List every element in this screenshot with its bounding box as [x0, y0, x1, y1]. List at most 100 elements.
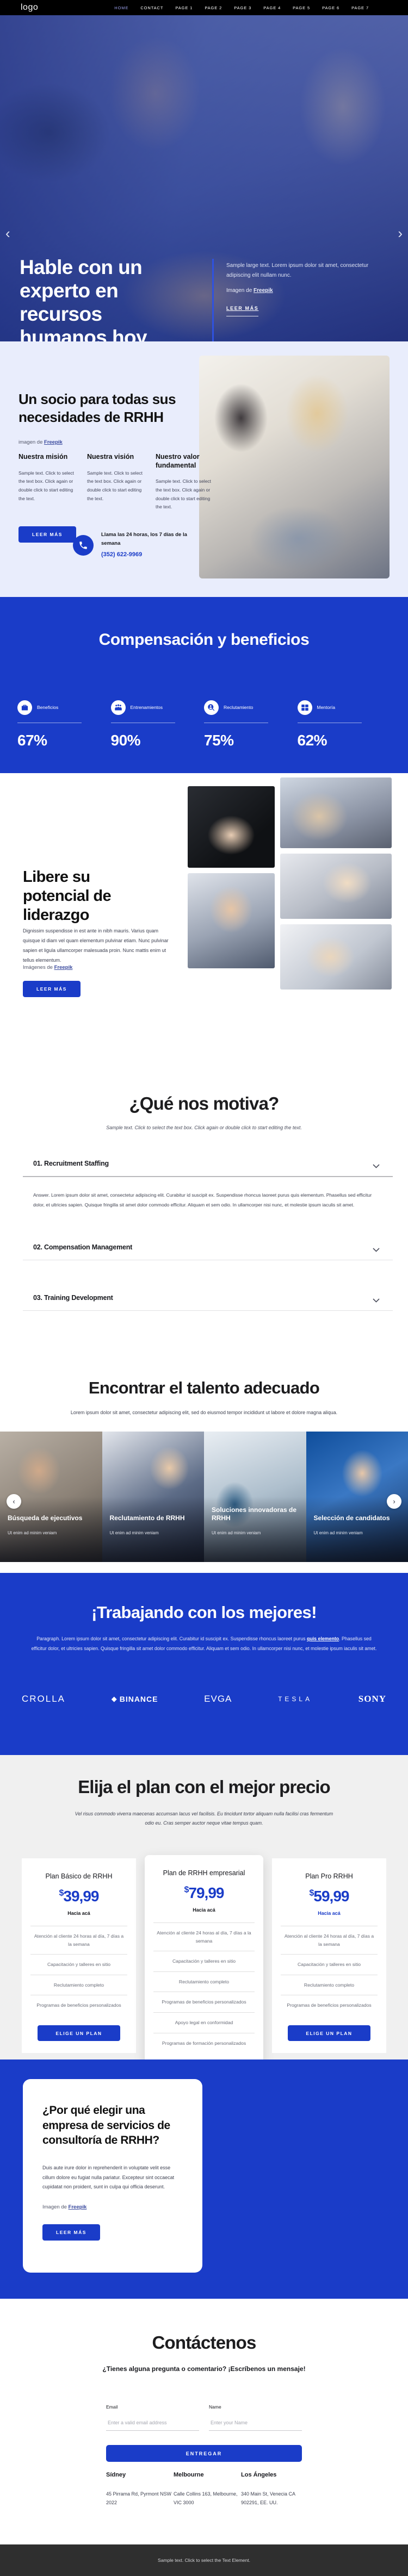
name-input[interactable]	[209, 2420, 302, 2431]
office-locations: Sídney 45 Pirrama Rd, Pyrmont NSW 2022 M…	[106, 2472, 313, 2507]
chevron-down-icon[interactable]	[373, 1161, 380, 1168]
site-logo[interactable]: logo	[21, 3, 38, 13]
brands-inline-link[interactable]: quis elemento	[307, 1636, 339, 1641]
partner-column-core-value: Nuestro valor fundamental Sample text. C…	[156, 453, 213, 512]
hero-prev-arrow-icon[interactable]: ‹	[5, 226, 10, 240]
partner-read-more-button[interactable]: LEER MÁS	[18, 526, 76, 543]
chevron-down-icon[interactable]	[373, 1245, 380, 1252]
talent-card[interactable]: Soluciones innovadoras de RRHH Ut enim ad…	[204, 1432, 306, 1562]
plan-amount: 39,99	[63, 1888, 99, 1905]
choose-plan-button[interactable]: ELIGE UN PLAN	[288, 2025, 370, 2042]
stat-value: 90%	[110, 732, 141, 749]
logo-evga: EVGA	[204, 1694, 232, 1704]
stat-benefits: Beneficios 67%	[17, 700, 111, 749]
office-city: Sídney	[106, 2472, 126, 2478]
partner-credit-prefix: imagen de	[18, 439, 45, 445]
plan-feature: Capacitación y talleres en sitio	[281, 1954, 378, 1975]
hero-paragraph: Sample large text. Lorem ipsum dolor sit…	[226, 263, 369, 278]
accordion-item-3[interactable]: 03. Training Development	[23, 1289, 393, 1311]
email-input[interactable]	[106, 2420, 199, 2431]
talent-prev-arrow-icon[interactable]: ‹	[7, 1494, 21, 1509]
pricing-heading: Elija el plan con el mejor precio	[78, 1777, 331, 1797]
talent-card-slider: Búsqueda de ejecutivos Ut enim ad minim v…	[0, 1432, 408, 1562]
nav-item-page-2[interactable]: PAGE 2	[205, 5, 222, 10]
plan-feature-list: Atención al cliente 24 horas al día, 7 d…	[281, 1926, 378, 2015]
logo-binance: ◆ BINANCE	[111, 1695, 158, 1703]
logo-crolla: CROLLA	[22, 1694, 66, 1704]
plan-feature: Apoyo legal en conformidad	[153, 2012, 255, 2033]
submit-button[interactable]: ENTREGAR	[106, 2445, 302, 2462]
leadership-photo-4	[188, 873, 275, 968]
card-title: Soluciones innovadoras de RRHH	[212, 1506, 297, 1522]
people-icon	[110, 700, 126, 715]
nav-item-page-5[interactable]: PAGE 5	[293, 5, 310, 10]
contact-heading: Contáctenos	[152, 2332, 256, 2353]
freepik-link[interactable]: Freepik	[69, 2204, 87, 2210]
phone-number[interactable]: (352) 622-9969	[101, 551, 199, 558]
leadership-photo-1	[188, 786, 275, 868]
freepik-link[interactable]: Freepik	[44, 439, 63, 445]
benefits-stats-section: Compensación y beneficios Beneficios 67%…	[0, 597, 408, 773]
why-read-more-button[interactable]: LEER MÁS	[42, 2224, 100, 2241]
card-subtitle: Ut enim ad minim veniam	[212, 1530, 261, 1535]
freepik-link[interactable]: Freepik	[54, 965, 73, 970]
hero-text-block: Sample large text. Lorem ipsum dolor sit…	[226, 261, 384, 316]
nav-links: HOME CONTACT PAGE 1 PAGE 2 PAGE 3 PAGE 4…	[114, 5, 369, 10]
plan-amount: 79,99	[188, 1884, 224, 1901]
hero-read-more-button[interactable]: LEER MÁS	[226, 306, 259, 316]
stat-label: Entrenamientos	[130, 705, 163, 711]
nav-item-home[interactable]: HOME	[114, 5, 128, 10]
stat-value: 67%	[17, 732, 47, 749]
office-city: Los Ángeles	[241, 2472, 277, 2478]
choose-plan-button[interactable]: ELIGE UN PLAN	[38, 2025, 120, 2042]
pricing-section: Elija el plan con el mejor precio Vel ri…	[0, 1755, 408, 2059]
stat-value: 75%	[204, 732, 234, 749]
plan-feature-list: Atención al cliente 24 horas al día, 7 d…	[153, 1922, 255, 2053]
leadership-paragraph: Dignissim suspendisse in est ante in nib…	[23, 928, 169, 963]
leadership-credit-prefix: Imágenes de	[23, 965, 54, 970]
name-label: Name	[209, 2404, 221, 2410]
accordion-item-1[interactable]: 01. Recruitment Staffing Answer. Lorem i…	[23, 1154, 393, 1210]
phone-icon-badge[interactable]	[73, 535, 94, 556]
chevron-down-icon[interactable]	[373, 1296, 380, 1303]
accordion-item-4[interactable]: 04. Performance Management	[23, 1339, 393, 1345]
brands-paragraph-part-a: Paragraph. Lorem ipsum dolor sit amet, c…	[36, 1636, 307, 1641]
talent-card[interactable]: Reclutamiento de RRHH Ut enim ad minim ve…	[102, 1432, 204, 1562]
card-title: Selección de candidatos	[313, 1514, 390, 1522]
pricing-paragraph: Vel risus commodo viverra maecenas accum…	[75, 1811, 333, 1826]
talent-next-arrow-icon[interactable]: ›	[387, 1494, 401, 1509]
nav-item-page-1[interactable]: PAGE 1	[175, 5, 193, 10]
card-subtitle: Ut enim ad minim veniam	[8, 1530, 57, 1535]
accordion-title: 01. Recruitment Staffing	[33, 1160, 109, 1167]
stat-label: Reclutamiento	[224, 705, 254, 711]
plan-feature: Reclutamiento completo	[153, 1971, 255, 1992]
brands-paragraph: Paragraph. Lorem ipsum dolor sit amet, c…	[28, 1634, 380, 1653]
stats-row: Beneficios 67% Entrenamientos 90% Reclut…	[17, 700, 391, 749]
page-footer: Sample text. Click to select the Text El…	[0, 2544, 408, 2576]
leadership-read-more-button[interactable]: LEER MÁS	[23, 981, 81, 997]
card-title: Búsqueda de ejecutivos	[8, 1514, 83, 1522]
brand-logo-row: CROLLA ◆ BINANCE EVGA TESLA SONY	[22, 1694, 386, 1704]
office-address: 45 Pirrama Rd, Pyrmont NSW 2022	[106, 2491, 172, 2505]
office-address: 340 Main St, Venecia CA 902291, EE. UU.	[241, 2491, 295, 2505]
footer-text: Sample text. Click to select the Text El…	[158, 2558, 250, 2563]
freepik-link[interactable]: Freepik	[254, 288, 273, 294]
nav-item-page-3[interactable]: PAGE 3	[234, 5, 251, 10]
nav-item-page-7[interactable]: PAGE 7	[351, 5, 369, 10]
plan-name: Plan de RRHH empresarial	[163, 1869, 245, 1877]
pricing-card-basic: Plan Básico de RRHH $39,99 Hacia acá Ate…	[22, 1858, 136, 2054]
partner-photo	[199, 356, 390, 578]
nav-item-contact[interactable]: CONTACT	[140, 5, 163, 10]
email-label: Email	[106, 2404, 118, 2410]
logo-sony: SONY	[358, 1694, 386, 1704]
nav-item-page-6[interactable]: PAGE 6	[322, 5, 339, 10]
nav-item-page-4[interactable]: PAGE 4	[263, 5, 281, 10]
hero-heading: Hable con un experto en recursos humanos…	[20, 256, 147, 341]
hero-next-arrow-icon[interactable]: ›	[398, 226, 403, 240]
accordion-title: 03. Training Development	[33, 1294, 113, 1302]
accordion-spacer	[23, 1210, 393, 1238]
accordion-item-2[interactable]: 02. Compensation Management	[23, 1238, 393, 1261]
email-field-group: Email	[106, 2404, 199, 2431]
column-title: Nuestra misión	[18, 453, 68, 461]
plan-price: $59,99	[281, 1888, 378, 1905]
